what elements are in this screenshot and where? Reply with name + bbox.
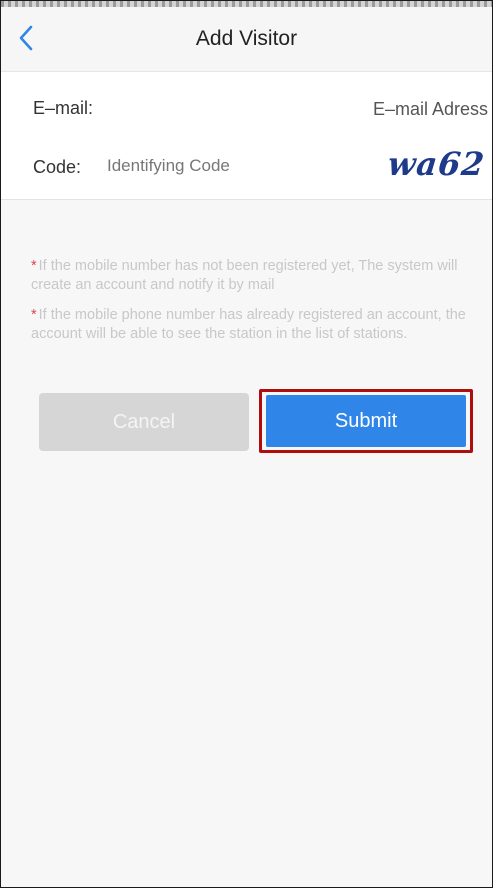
required-star: *	[31, 258, 37, 274]
email-label: E–mail:	[33, 98, 94, 118]
cancel-button[interactable]: Cancel	[39, 393, 249, 451]
notice-unregistered: * If the mobile number has not been regis…	[31, 257, 481, 295]
code-label: Code:	[33, 157, 82, 177]
notice-registered: * If the mobile phone number has already …	[31, 306, 481, 344]
code-field[interactable]	[105, 151, 329, 181]
captcha-text: wa62	[385, 145, 487, 183]
submit-highlight: Submit	[259, 389, 473, 453]
notice-text: If the mobile phone number has already r…	[31, 307, 466, 342]
app-frame: Add Visitor E–mail: Code: wa62 *If the m…	[0, 0, 493, 888]
captcha-image[interactable]: wa62	[385, 141, 487, 187]
submit-button[interactable]: Submit	[266, 395, 466, 447]
email-field[interactable]	[226, 94, 490, 124]
nav-header: Add Visitor	[1, 7, 492, 72]
required-star: *	[31, 307, 37, 323]
code-row: Code: wa62	[1, 131, 492, 200]
notice-text: If the mobile number has not been regist…	[31, 258, 458, 293]
page-title: Add Visitor	[195, 27, 298, 50]
content-area	[1, 200, 492, 887]
